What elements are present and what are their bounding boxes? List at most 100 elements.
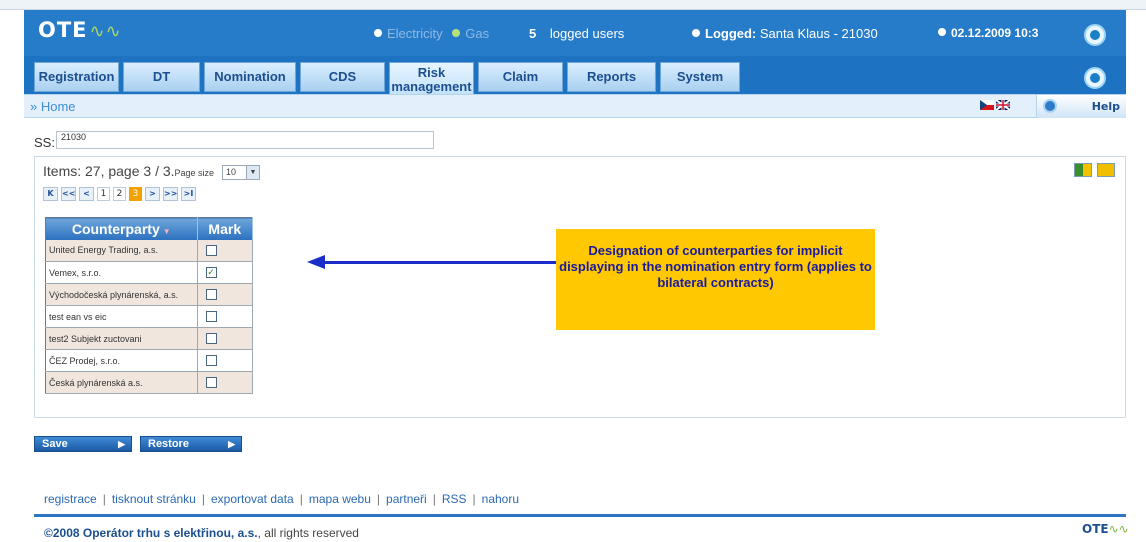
gas-label[interactable]: Gas [465, 26, 489, 41]
mark-checkbox[interactable] [205, 289, 217, 300]
footer-link-partners[interactable]: partneři [386, 492, 427, 506]
counterparty-name: test2 Subjekt zuctovani [45, 327, 198, 350]
tab-system[interactable]: System [660, 62, 740, 92]
save-label: Save [42, 438, 68, 450]
czech-flag-icon[interactable] [980, 100, 994, 110]
restore-label: Restore [148, 438, 189, 450]
ss-input[interactable]: 21030 [56, 131, 434, 149]
mark-checkbox-checked[interactable]: ✓ [205, 267, 217, 278]
tab-nomination[interactable]: Nomination [204, 62, 296, 92]
counterparty-header-label: Counterparty [71, 220, 160, 237]
save-arrow-icon: ▶ [118, 439, 125, 449]
help-globe-icon [1043, 99, 1057, 113]
main-navigation: Registration DT Nomination CDS Risk mana… [34, 62, 744, 98]
print-icon[interactable] [1097, 163, 1115, 177]
windows-icon[interactable] [1084, 24, 1106, 46]
mark-checkbox[interactable] [205, 355, 217, 366]
footer-link-sitemap[interactable]: mapa webu [309, 492, 371, 506]
electricity-label[interactable]: Electricity [387, 26, 443, 41]
counterparty-name: Česká plynárenská a.s. [45, 371, 198, 394]
panel-tools [1069, 163, 1115, 177]
counterparty-name: Vemex, s.r.o. [45, 261, 198, 284]
table-row: test ean vs eic [45, 305, 254, 328]
table-row: ČEZ Prodej, s.r.o. [45, 349, 254, 372]
save-button[interactable]: Save ▶ [34, 436, 132, 452]
application-frame: OTE ∿∿ Electricity Gas 5 logged users Log… [24, 10, 1129, 542]
mark-cell [197, 371, 254, 394]
ss-label: SS: [34, 135, 55, 150]
tab-risk-management[interactable]: Risk management [389, 62, 474, 98]
breadcrumb-bar: » Home Help [24, 94, 1126, 118]
table-row: Vemex, s.r.o. ✓ [45, 261, 254, 284]
mark-cell [197, 239, 254, 262]
breadcrumb: » Home [30, 99, 76, 114]
counterparty-name: test ean vs eic [45, 305, 198, 328]
tab-claim[interactable]: Claim [478, 62, 563, 92]
page-size-select[interactable]: 10 ▼ [221, 165, 260, 180]
annotation-arrow-head [307, 255, 325, 269]
copyright-company[interactable]: Operátor trhu s elektřinou, a.s. [83, 526, 258, 540]
footer-link-registrace[interactable]: registrace [44, 492, 97, 506]
footer-separator: | [102, 492, 106, 506]
mark-cell [197, 349, 254, 372]
page-3-current[interactable]: 3 [129, 187, 142, 201]
browser-top-strip [0, 0, 1146, 10]
clock-status-icon [938, 28, 946, 36]
header-bar: OTE ∿∿ Electricity Gas 5 logged users Log… [24, 10, 1126, 102]
table-row: test2 Subjekt zuctovani [45, 327, 254, 350]
pager: K << < 1 2 3 > >> >I [43, 187, 199, 201]
table-row: United Energy Trading, a.s. [45, 239, 254, 262]
logged-users-count: 5 [529, 26, 537, 41]
table-row: Východočeská plynárenská, a.s. [45, 283, 254, 306]
next-fast-button[interactable]: >> [163, 187, 178, 201]
footer-link-export[interactable]: exportovat data [211, 492, 294, 506]
next-page-button[interactable]: > [145, 187, 160, 201]
footer-logo: OTE∿∿ [1082, 522, 1129, 536]
chat-icon-inner [1090, 73, 1100, 83]
annotation-callout: Designation of counterparties for implic… [556, 229, 875, 330]
mark-checkbox[interactable] [205, 311, 217, 322]
counterparty-table: Counterparty ▼ Mark United Energy Trading… [45, 217, 254, 394]
tab-dt[interactable]: DT [123, 62, 200, 92]
chevron-down-icon: ▼ [245, 166, 259, 179]
prev-fast-button[interactable]: << [61, 187, 76, 201]
footer-link-top[interactable]: nahoru [482, 492, 519, 506]
logged-users-status: 5 logged users [529, 26, 624, 41]
copyright-rights: , all rights reserved [257, 526, 359, 540]
mark-checkbox[interactable] [205, 377, 217, 388]
gas-radio-icon[interactable] [452, 29, 461, 37]
column-header-mark[interactable]: Mark [197, 217, 254, 240]
page-2-link[interactable]: 2 [113, 187, 126, 201]
electricity-radio-icon[interactable] [374, 29, 382, 37]
prev-page-button[interactable]: < [79, 187, 94, 201]
footer-link-rss[interactable]: RSS [442, 492, 467, 506]
tab-reports[interactable]: Reports [567, 62, 656, 92]
footer-link-print[interactable]: tisknout stránku [112, 492, 196, 506]
copyright-year: ©2008 [44, 526, 80, 540]
commodity-switch[interactable]: Electricity Gas [374, 26, 489, 41]
logged-users-label: logged users [549, 26, 625, 41]
footer-divider [34, 514, 1126, 517]
column-header-counterparty[interactable]: Counterparty ▼ [45, 217, 198, 240]
mark-checkbox[interactable] [205, 244, 217, 256]
last-page-button[interactable]: >I [181, 187, 196, 201]
breadcrumb-arrow-icon: » [30, 99, 38, 114]
uk-flag-icon[interactable] [996, 100, 1010, 110]
items-summary: Items: 27, page 3 / 3.Page size 10 ▼ [43, 163, 260, 180]
help-button[interactable]: Help [1036, 95, 1126, 118]
counterparty-name: Východočeská plynárenská, a.s. [45, 283, 198, 306]
page-1-link[interactable]: 1 [97, 187, 110, 201]
breadcrumb-home-link[interactable]: Home [41, 99, 76, 114]
datetime-status: 02.12.2009 10:3 [938, 26, 1038, 40]
mark-cell [197, 283, 254, 306]
chat-icon[interactable] [1084, 67, 1106, 89]
mark-checkbox[interactable] [205, 333, 217, 344]
tab-registration[interactable]: Registration [34, 62, 119, 92]
ote-logo[interactable]: OTE ∿∿ [38, 18, 122, 42]
first-page-button[interactable]: K [43, 187, 58, 201]
footer-links: registrace | tisknout stránku | exportovat d… [44, 492, 519, 506]
export-icon[interactable] [1074, 163, 1092, 177]
tab-cds[interactable]: CDS [300, 62, 385, 92]
restore-arrow-icon: ▶ [228, 439, 235, 449]
restore-button[interactable]: Restore ▶ [140, 436, 242, 452]
